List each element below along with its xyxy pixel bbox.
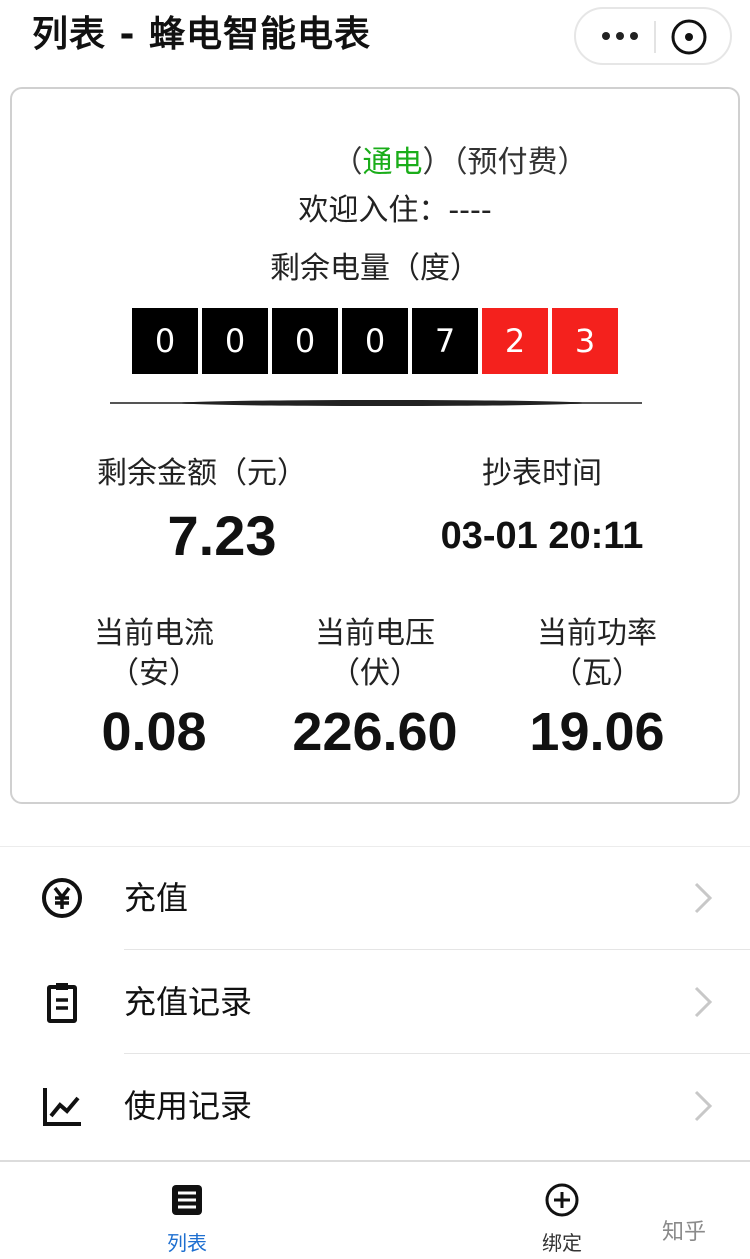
menu-item-recharge[interactable]: 充值 bbox=[0, 846, 750, 950]
yen-circle-icon bbox=[42, 878, 82, 918]
current-value: 0.08 bbox=[101, 702, 207, 762]
close-circle-icon[interactable] bbox=[670, 18, 708, 56]
menu-item-label: 充值 bbox=[124, 879, 189, 917]
energy-digit: 0 bbox=[272, 308, 338, 374]
capsule-divider bbox=[654, 21, 656, 53]
tab-list[interactable]: 列表 bbox=[127, 1162, 247, 1259]
miniprogram-capsule bbox=[574, 7, 732, 65]
tab-label: 列表 bbox=[167, 1231, 207, 1255]
page-title: 列表 - 蜂电智能电表 bbox=[32, 14, 372, 55]
line-chart-icon bbox=[43, 1088, 81, 1126]
voltage-label: 当前电压 bbox=[315, 616, 435, 651]
energy-digit-display: 0 0 0 0 7 2 3 bbox=[132, 308, 618, 376]
energy-digit: 7 bbox=[412, 308, 478, 374]
watermark-text: 知乎 bbox=[662, 1220, 707, 1245]
meter-card: （通电）（预付费） 欢迎入住：---- 剩余电量（度） 0 0 0 0 7 2 … bbox=[10, 87, 740, 804]
energy-decimal-digit: 2 bbox=[482, 308, 548, 374]
tab-label: 绑定 bbox=[542, 1231, 582, 1255]
power-label: 当前功率 bbox=[537, 616, 657, 651]
chevron-right-icon bbox=[694, 882, 713, 914]
nav-header: 列表 - 蜂电智能电表 bbox=[0, 0, 750, 76]
menu-item-usage-records[interactable]: 使用记录 bbox=[0, 1054, 750, 1158]
bottom-tabbar: 列表 绑定 bbox=[0, 1160, 750, 1259]
chevron-right-icon bbox=[694, 986, 713, 1018]
meter-divider-shadow bbox=[182, 400, 582, 406]
voltage-unit: （伏） bbox=[330, 656, 420, 691]
tab-bind[interactable]: 绑定 bbox=[502, 1162, 622, 1259]
chevron-right-icon bbox=[694, 1090, 713, 1122]
payment-mode: （预付费） bbox=[452, 145, 588, 180]
current-label: 当前电流 bbox=[94, 616, 214, 651]
power-unit: （瓦） bbox=[552, 656, 642, 691]
welcome-value: ---- bbox=[448, 193, 492, 228]
remaining-amount-label: 剩余金额（元） bbox=[97, 456, 307, 491]
list-icon bbox=[172, 1185, 202, 1215]
plus-circle-icon bbox=[545, 1183, 579, 1217]
welcome-label: 欢迎入住： bbox=[298, 193, 449, 228]
energy-decimal-digit: 3 bbox=[552, 308, 618, 374]
remaining-amount-value: 7.23 bbox=[167, 504, 277, 567]
read-time-value: 03-01 20:11 bbox=[440, 515, 644, 557]
voltage-value: 226.60 bbox=[292, 702, 458, 762]
current-unit: （安） bbox=[109, 656, 199, 691]
clipboard-icon bbox=[47, 983, 77, 1023]
energy-digit: 0 bbox=[132, 308, 198, 374]
read-time-label: 抄表时间 bbox=[482, 456, 602, 491]
energy-digit: 0 bbox=[342, 308, 408, 374]
remaining-energy-label: 剩余电量（度） bbox=[270, 251, 480, 286]
menu-item-label: 使用记录 bbox=[124, 1087, 253, 1125]
power-status: 通电 bbox=[362, 145, 423, 180]
welcome-line: 欢迎入住：---- bbox=[12, 191, 738, 231]
power-value: 19.06 bbox=[529, 702, 665, 762]
menu-item-label: 充值记录 bbox=[124, 983, 253, 1021]
meter-status-line: （通电）（预付费） bbox=[332, 145, 588, 180]
energy-digit: 0 bbox=[202, 308, 268, 374]
menu-item-recharge-records[interactable]: 充值记录 bbox=[0, 950, 750, 1054]
more-dots-icon[interactable] bbox=[598, 9, 642, 63]
